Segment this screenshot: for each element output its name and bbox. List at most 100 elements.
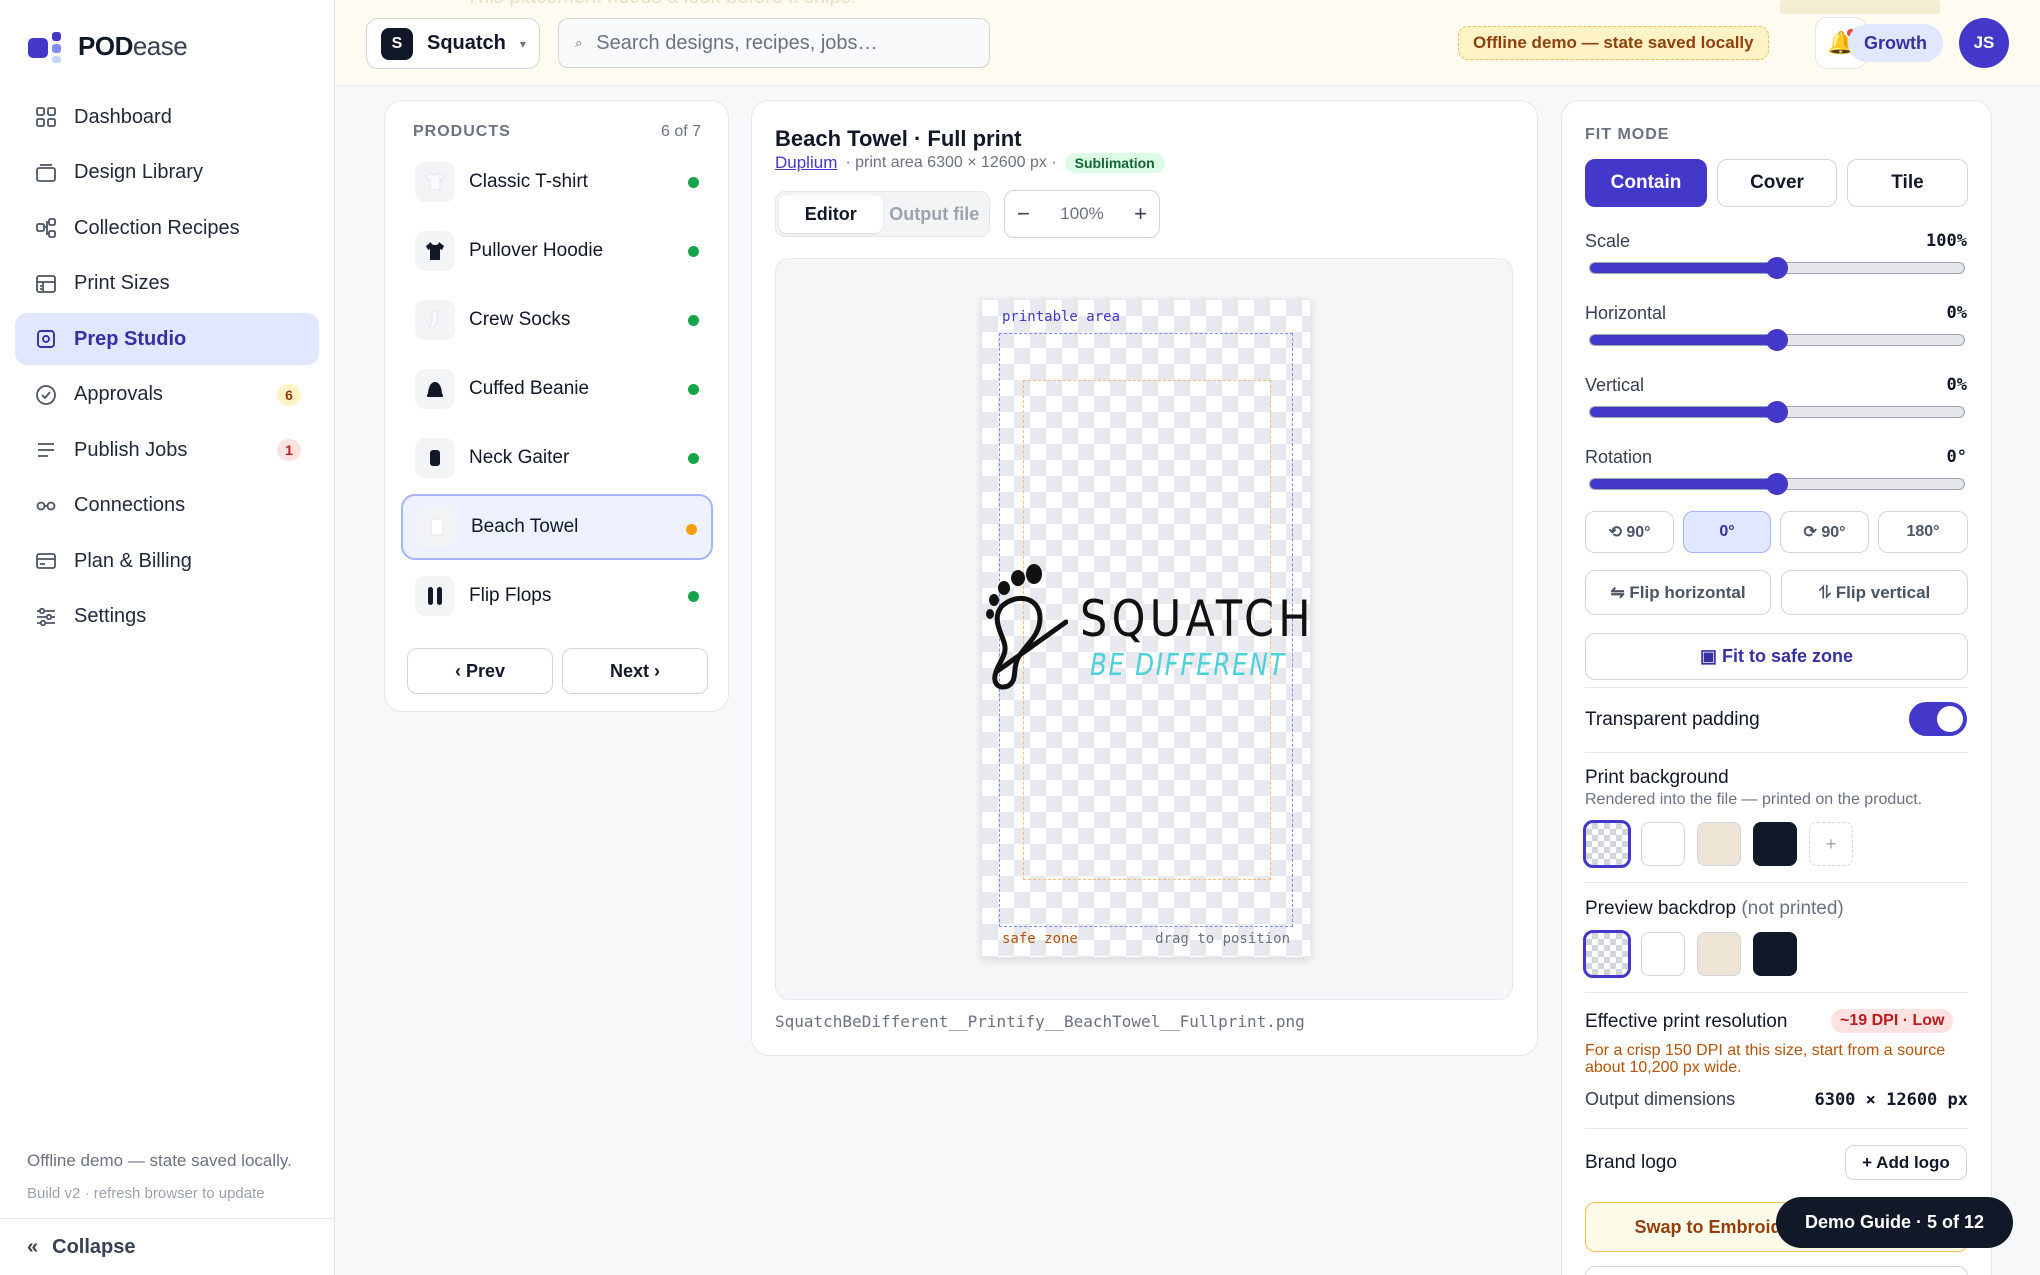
print-bg-white-swatch[interactable]	[1641, 822, 1685, 866]
output-dimensions-label: Output dimensions	[1585, 1089, 1736, 1109]
nav-item-settings[interactable]: Settings	[15, 591, 319, 643]
resolution-warning-badge: ~19 DPI · Low	[1831, 1009, 1954, 1033]
zoom-in-button[interactable]: +	[1134, 201, 1147, 227]
prev-product-button[interactable]: ‹ Prev	[407, 648, 553, 694]
design-artwork[interactable]: SQUATCH BE DIFFERENT	[982, 562, 1310, 692]
workspace-name: Squatch	[427, 32, 506, 54]
next-product-button[interactable]: Next ›	[562, 648, 708, 694]
product-item-classic-tshirt[interactable]: Classic T-shirt	[401, 149, 713, 215]
product-item-pullover-hoodie[interactable]: Pullover Hoodie	[401, 218, 713, 284]
divider	[1585, 1128, 1968, 1129]
slider-handle[interactable]	[1766, 329, 1788, 351]
nav-item-publish-jobs[interactable]: Publish Jobs 1	[15, 424, 319, 476]
preview-cream-swatch[interactable]	[1697, 932, 1741, 976]
divider	[1585, 992, 1968, 993]
scale-slider[interactable]	[1589, 257, 1965, 279]
print-bg-transparent-swatch[interactable]	[1583, 820, 1631, 868]
scale-control: Scale 100%	[1585, 231, 1967, 279]
product-item-beach-towel[interactable]: Beach Towel	[401, 494, 713, 560]
fit-tile-button[interactable]: Tile	[1847, 159, 1968, 207]
nav-item-prep-studio[interactable]: Prep Studio	[15, 313, 319, 365]
slider-handle[interactable]	[1766, 473, 1788, 495]
scale-label: Scale	[1585, 231, 1631, 251]
scale-value: 100%	[1926, 231, 1967, 251]
collapse-sidebar-button[interactable]: « Collapse	[27, 1236, 135, 1259]
add-logo-button[interactable]: + Add logo	[1845, 1145, 1967, 1180]
slider-handle[interactable]	[1766, 257, 1788, 279]
fit-cover-button[interactable]: Cover	[1717, 159, 1837, 207]
preview-white-swatch[interactable]	[1641, 932, 1685, 976]
preview-backdrop-label: Preview backdrop (not printed)	[1585, 898, 1844, 920]
nav-label: Plan & Billing	[74, 549, 192, 572]
status-dot	[688, 315, 699, 326]
nav-label: Collection Recipes	[74, 216, 240, 239]
status-dot	[688, 591, 699, 602]
design-tagline-text: BE DIFFERENT	[1090, 648, 1287, 683]
preview-black-swatch[interactable]	[1753, 932, 1797, 976]
nav-item-design-library[interactable]: Design Library	[15, 147, 319, 199]
link-icon	[34, 494, 58, 518]
user-avatar[interactable]: JS	[1959, 18, 2009, 68]
nav-item-collection-recipes[interactable]: Collection Recipes	[15, 202, 319, 254]
add-print-bg-swatch-button[interactable]: +	[1809, 822, 1853, 866]
slider-handle[interactable]	[1766, 401, 1788, 423]
preview-transparent-swatch[interactable]	[1583, 930, 1631, 978]
horizontal-slider[interactable]	[1589, 329, 1965, 351]
print-area-text: · print area 6300 × 12600 px ·	[845, 154, 1057, 171]
plan-badge[interactable]: Growth	[1848, 24, 1943, 62]
toggle-knob	[1937, 706, 1963, 732]
nav-item-plan-billing[interactable]: Plan & Billing	[15, 535, 319, 587]
sidebar: PODease Dashboard Design Library Collect…	[0, 0, 335, 1275]
demo-guide-button[interactable]: Demo Guide · 5 of 12	[1776, 1197, 2013, 1248]
resolution-warning-text: For a crisp 150 DPI at this size, start …	[1585, 1042, 1946, 1076]
product-item-neck-gaiter[interactable]: Neck Gaiter	[401, 425, 713, 491]
status-dot	[688, 177, 699, 188]
gaiter-icon	[415, 438, 455, 478]
search-input[interactable]	[596, 31, 977, 55]
brand-name-light: ease	[132, 30, 188, 61]
panel-secondary-button[interactable]	[1585, 1266, 1968, 1275]
towel-mockup[interactable]: printable area safe zone drag to positio…	[981, 299, 1311, 958]
flip-vertical-button[interactable]: ⥮ Flip vertical	[1781, 570, 1968, 615]
zoom-out-button[interactable]: −	[1017, 201, 1030, 227]
rotate-cw-90-button[interactable]: ⟳ 90°	[1780, 511, 1869, 553]
nav-item-dashboard[interactable]: Dashboard	[15, 91, 319, 143]
nav-item-connections[interactable]: Connections	[15, 480, 319, 532]
double-chevron-left-icon: «	[27, 1236, 39, 1258]
tab-output-file[interactable]: Output file	[883, 195, 987, 233]
nav-item-print-sizes[interactable]: Print Sizes	[15, 258, 319, 310]
vertical-slider[interactable]	[1589, 401, 1965, 423]
rotate-180-button[interactable]: 180°	[1878, 511, 1968, 553]
nav-item-approvals[interactable]: Approvals 6	[15, 369, 319, 421]
transparent-padding-toggle[interactable]	[1909, 702, 1967, 736]
product-item-flip-flops[interactable]: Flip Flops	[401, 563, 713, 629]
sliders-icon	[34, 605, 58, 629]
vertical-control: Vertical 0%	[1585, 375, 1967, 423]
zoom-control: − 100% +	[1004, 190, 1160, 238]
check-circle-icon	[34, 383, 58, 407]
global-search: ⌕	[558, 18, 990, 68]
rotate-ccw-90-button[interactable]: ⟲ 90°	[1585, 511, 1674, 553]
product-item-cuffed-beanie[interactable]: Cuffed Beanie	[401, 356, 713, 422]
app-logo[interactable]: PODease	[28, 30, 188, 63]
fit-mode-heading: FIT MODE	[1585, 126, 1670, 143]
flip-horizontal-button[interactable]: ⇋ Flip horizontal	[1585, 570, 1771, 615]
list-lines-icon	[34, 438, 58, 462]
rotate-0-button[interactable]: 0°	[1683, 511, 1771, 553]
tshirt-icon	[415, 162, 455, 202]
provider-link[interactable]: Duplium	[775, 153, 837, 173]
rotation-slider[interactable]	[1589, 473, 1965, 495]
workspace-switcher[interactable]: S Squatch ▾	[366, 18, 540, 69]
main-nav: Dashboard Design Library Collection Reci…	[15, 91, 319, 646]
print-bg-cream-swatch[interactable]	[1697, 822, 1741, 866]
print-bg-black-swatch[interactable]	[1753, 822, 1797, 866]
tab-editor[interactable]: Editor	[779, 195, 883, 233]
nav-label: Settings	[74, 605, 147, 627]
approvals-count-badge: 6	[277, 383, 301, 406]
product-item-crew-socks[interactable]: Crew Socks	[401, 287, 713, 353]
product-name: Crew Socks	[469, 309, 571, 330]
output-dimensions-value: 6300 × 12600 px	[1814, 1090, 1968, 1110]
fit-contain-button[interactable]: Contain	[1585, 159, 1707, 207]
fit-to-safe-zone-button[interactable]: ▣ Fit to safe zone	[1585, 633, 1968, 680]
print-background-label: Print background	[1585, 767, 1729, 788]
